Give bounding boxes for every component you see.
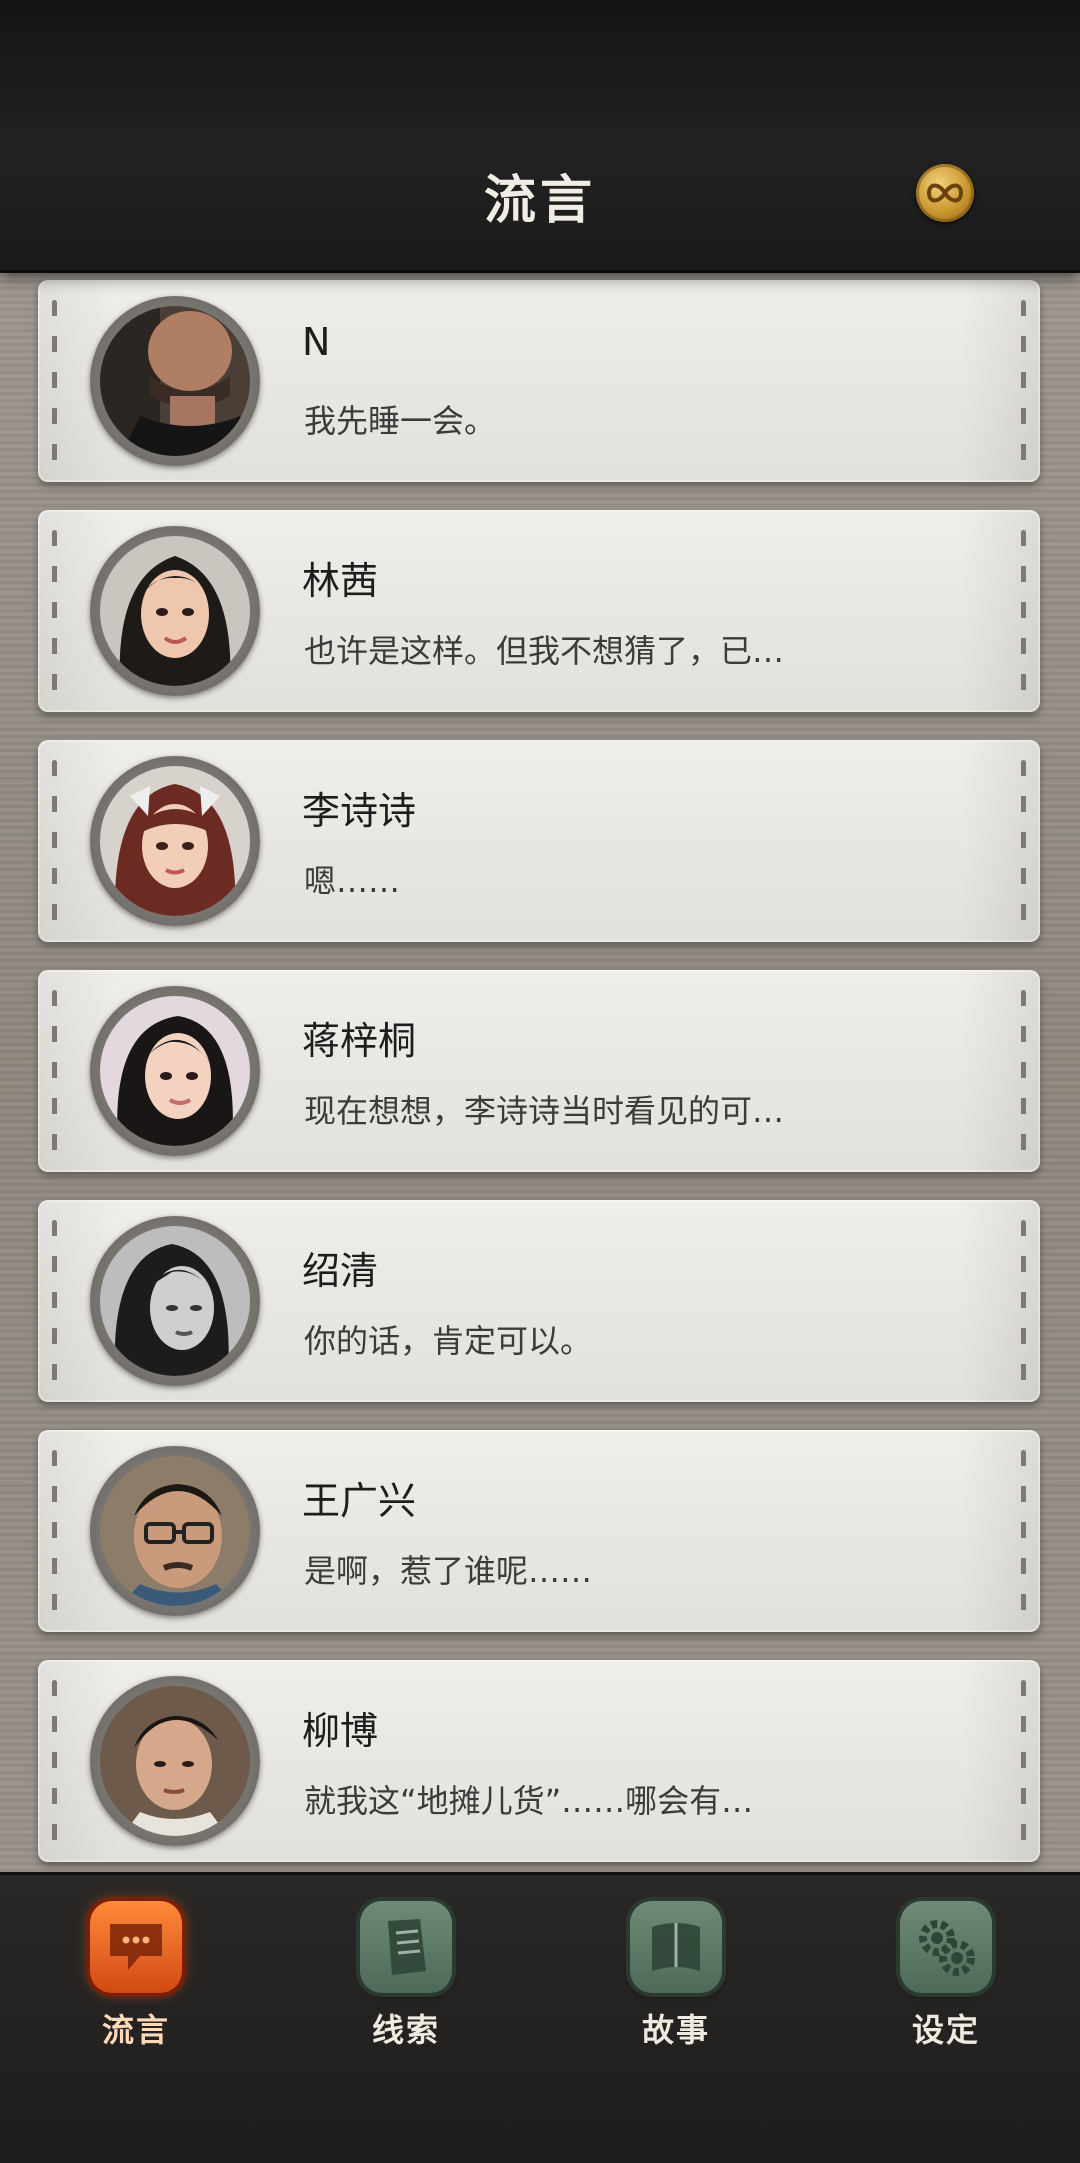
- contact-name: 绍清: [302, 1249, 379, 1293]
- contact-name: 林茜: [302, 559, 379, 603]
- stitch-decoration: [52, 300, 57, 462]
- contact-last-message: 现在想想，李诗诗当时看见的可…: [304, 1092, 785, 1130]
- stitch-decoration: [52, 1680, 57, 1842]
- contact-last-message: 是啊，惹了谁呢……: [304, 1552, 593, 1590]
- infinity-coin-icon[interactable]: [916, 164, 974, 222]
- avatar: [90, 1676, 260, 1846]
- tab-label: 故事: [641, 2011, 710, 2049]
- contact-last-message: 嗯……: [304, 862, 401, 900]
- document-icon: [360, 1901, 452, 1993]
- contact-last-message: 就我这“地摊儿货”……哪会有…: [304, 1782, 754, 1820]
- stitch-decoration: [1021, 1220, 1026, 1382]
- stitch-decoration: [1021, 990, 1026, 1152]
- tab-label: 流言: [101, 2011, 170, 2049]
- contact-card-liubo[interactable]: 柳博 就我这“地摊儿货”……哪会有…: [38, 1660, 1040, 1862]
- stitch-decoration: [1021, 300, 1026, 462]
- contact-name: 王广兴: [302, 1479, 417, 1523]
- avatar: [90, 526, 260, 696]
- avatar: [90, 986, 260, 1156]
- book-icon: [630, 1901, 722, 1993]
- contact-last-message: 也许是这样。但我不想猜了，已…: [304, 632, 785, 670]
- contact-card-wangguangxing[interactable]: 王广兴 是啊，惹了谁呢……: [38, 1430, 1040, 1632]
- top-header: 流言: [0, 0, 1080, 273]
- contact-name: 李诗诗: [302, 789, 417, 833]
- stitch-decoration: [52, 1450, 57, 1612]
- tab-label: 设定: [911, 2011, 980, 2049]
- contact-card-jiangzitong[interactable]: 蒋梓桐 现在想想，李诗诗当时看见的可…: [38, 970, 1040, 1172]
- contact-card-linqian[interactable]: 林茜 也许是这样。但我不想猜了，已…: [38, 510, 1040, 712]
- stitch-decoration: [52, 760, 57, 922]
- avatar: [90, 756, 260, 926]
- tab-clues[interactable]: 线索: [336, 1901, 476, 2051]
- contact-last-message: 我先睡一会。: [304, 402, 497, 440]
- stitch-decoration: [1021, 1450, 1026, 1612]
- stitch-decoration: [1021, 1680, 1026, 1842]
- chat-bubble-icon: [90, 1901, 182, 1993]
- contact-card-lishishi[interactable]: 李诗诗 嗯……: [38, 740, 1040, 942]
- stitch-decoration: [52, 1220, 57, 1382]
- contact-card-shaoqing[interactable]: 绍清 你的话，肯定可以。: [38, 1200, 1040, 1402]
- tab-settings[interactable]: 设定: [876, 1901, 1016, 2051]
- bottom-nav: 流言 线索 故事 设定: [0, 1872, 1080, 2163]
- stitch-decoration: [52, 990, 57, 1152]
- contact-last-message: 你的话，肯定可以。: [304, 1322, 593, 1360]
- contact-card-n[interactable]: N 我先睡一会。: [38, 280, 1040, 482]
- stitch-decoration: [1021, 530, 1026, 692]
- gears-icon: [900, 1901, 992, 1993]
- stitch-decoration: [52, 530, 57, 692]
- tab-story[interactable]: 故事: [606, 1901, 746, 2051]
- stitch-decoration: [1021, 760, 1026, 922]
- tab-rumors[interactable]: 流言: [66, 1901, 206, 2051]
- contact-list[interactable]: N 我先睡一会。 林茜 也许是这样。但我不想猜了，已… 李诗诗 嗯…… 蒋梓桐 …: [0, 270, 1080, 1872]
- tab-label: 线索: [371, 2011, 440, 2049]
- contact-name: N: [302, 320, 331, 364]
- avatar: [90, 1216, 260, 1386]
- contact-name: 柳博: [302, 1709, 379, 1753]
- contact-name: 蒋梓桐: [302, 1019, 417, 1063]
- avatar: [90, 1446, 260, 1616]
- avatar: [90, 296, 260, 466]
